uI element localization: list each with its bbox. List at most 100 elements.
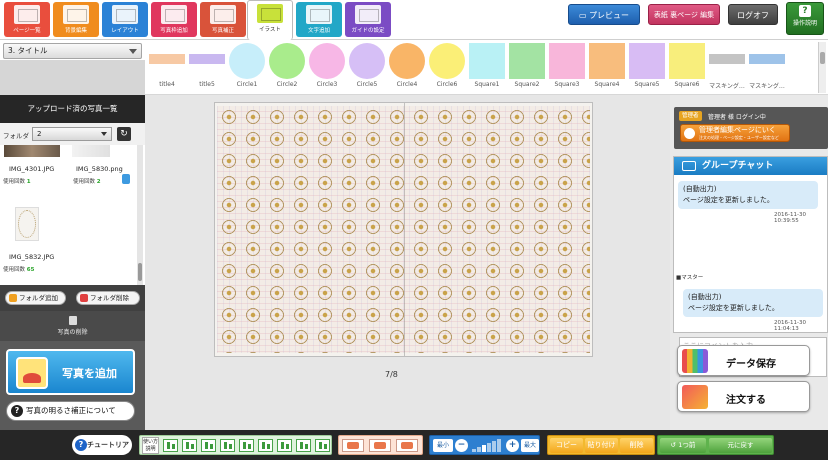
- delete-button[interactable]: 削除: [620, 438, 653, 453]
- swatch-item[interactable]: title5: [188, 40, 226, 93]
- selected-badge: [122, 174, 130, 184]
- photo-thumbnail[interactable]: [72, 145, 110, 157]
- zoom-bar: [472, 449, 476, 452]
- folder-add-icon: [9, 294, 17, 302]
- category-select[interactable]: 3. タイトル: [3, 43, 142, 59]
- chevron-down-icon: [129, 49, 137, 54]
- tab-illustration[interactable]: イラスト: [247, 0, 293, 40]
- add-folder-button[interactable]: フォルダ追加: [5, 291, 66, 305]
- tab-add-photo-frame[interactable]: 写真枠追加: [151, 2, 197, 37]
- canvas-area: 7/8: [145, 95, 670, 430]
- swatch-item[interactable]: Square6: [668, 40, 706, 93]
- align-middle-icon[interactable]: [239, 439, 254, 452]
- align-right-icon[interactable]: [201, 439, 216, 452]
- copy-button[interactable]: コピー: [550, 438, 583, 453]
- fit-size-icon[interactable]: [315, 439, 330, 452]
- swatch-preview: [589, 43, 625, 79]
- tab-page-list[interactable]: ページ一覧: [4, 2, 50, 37]
- order-icon: [682, 385, 708, 409]
- zoom-min-button[interactable]: 最小: [433, 439, 453, 452]
- swatch-item[interactable]: マスキング…: [708, 40, 746, 93]
- tab-photo-correction[interactable]: 写真補正: [200, 2, 246, 37]
- admin-page-button[interactable]: 管理者編集ページにいく 注文の処理・ページ設定・ユーザー設定など: [680, 124, 790, 142]
- photo-list-scrollbar[interactable]: [137, 145, 143, 285]
- align-bottom-icon[interactable]: [258, 439, 273, 452]
- swatch-item[interactable]: title4: [148, 40, 186, 93]
- page-number: 7/8: [385, 370, 398, 379]
- photo-thumbnail[interactable]: [4, 145, 60, 157]
- monitor-icon: ▭: [578, 11, 590, 20]
- swatch-item[interactable]: Circle2: [268, 40, 306, 93]
- tutorial-button[interactable]: ?チュートリアル: [72, 435, 132, 455]
- photo-name: IMG_5832.JPG: [9, 253, 55, 261]
- swatch-preview: [629, 43, 665, 79]
- bottom-toolbar: ?チュートリアル 使い方 説明 最小 − + 最大 コピー 貼り付け: [0, 430, 828, 460]
- bring-forward-icon[interactable]: [369, 439, 391, 452]
- brightness-help-button[interactable]: ? 写真の明るさ補正について: [6, 401, 135, 421]
- photo-name: IMG_5830.png: [76, 165, 123, 173]
- zoom-max-button[interactable]: 最大: [521, 439, 539, 452]
- save-data-button[interactable]: データ保存: [677, 345, 810, 376]
- refresh-button[interactable]: ↻: [117, 127, 131, 141]
- chat-timestamp: 2016-11-30 11:04:13: [774, 320, 806, 332]
- minus-icon: −: [457, 440, 466, 450]
- tab-layout[interactable]: レイアウト: [102, 2, 148, 37]
- align-center-icon[interactable]: [182, 439, 197, 452]
- tab-background-edit[interactable]: 背景編集: [53, 2, 99, 37]
- swatch-preview: [709, 54, 745, 64]
- photo-frame-icon: [161, 5, 187, 24]
- swatch-item[interactable]: Square1: [468, 40, 506, 93]
- folder-select[interactable]: 2: [32, 127, 112, 141]
- distribute-horizontal-icon[interactable]: [277, 439, 292, 452]
- align-left-icon[interactable]: [163, 439, 178, 452]
- swatch-item[interactable]: Circle3: [308, 40, 346, 93]
- paste-button[interactable]: 貼り付け: [585, 438, 618, 453]
- zoom-out-button[interactable]: −: [455, 439, 468, 452]
- key-icon: [684, 128, 695, 139]
- zoom-bar: [487, 443, 491, 452]
- chat-message: (自動出力) ページ設定を更新しました。: [678, 181, 818, 209]
- redo-button[interactable]: 元に戻す: [709, 438, 772, 453]
- chat-header: グループチャット: [674, 157, 827, 175]
- swatch-item[interactable]: Circle6: [428, 40, 466, 93]
- trash-icon: [68, 316, 77, 325]
- swatch-item[interactable]: Square2: [508, 40, 546, 93]
- tab-guide-settings[interactable]: ガイドの設定: [345, 2, 391, 37]
- chevron-down-icon: [101, 132, 107, 136]
- help-icon: ?: [11, 405, 23, 417]
- cover-edit-button[interactable]: 表紙 裏ページ 編集: [648, 4, 720, 25]
- delete-folder-button[interactable]: フォルダ削除: [76, 291, 140, 305]
- tab-add-text[interactable]: 文字追加: [296, 2, 342, 37]
- send-backward-icon[interactable]: [396, 439, 418, 452]
- bring-to-front-icon[interactable]: [342, 439, 364, 452]
- layout-icon: [112, 5, 138, 24]
- page-list-icon: [14, 5, 40, 24]
- zoom-in-button[interactable]: +: [506, 439, 519, 452]
- order-button[interactable]: 注文する: [677, 381, 810, 412]
- swatch-scrollbar[interactable]: [818, 42, 826, 93]
- swatch-item[interactable]: Circle4: [388, 40, 426, 93]
- add-photo-button[interactable]: 写真を追加: [6, 349, 135, 395]
- align-top-icon[interactable]: [220, 439, 235, 452]
- swatch-item[interactable]: マスキング…: [748, 40, 786, 93]
- howto-button[interactable]: 使い方 説明: [142, 437, 159, 454]
- swatch-preview: [269, 43, 305, 79]
- swatch-item[interactable]: Square3: [548, 40, 586, 93]
- delete-photo-button[interactable]: 写真の削除: [0, 311, 145, 341]
- photo-usage: 使用回数 2: [73, 179, 101, 185]
- photo-thumbnail[interactable]: [15, 207, 39, 241]
- swatch-item[interactable]: Circle5: [348, 40, 386, 93]
- swatch-item[interactable]: Circle1: [228, 40, 266, 93]
- page-spread[interactable]: [214, 102, 593, 357]
- swatch-preview: [309, 43, 345, 79]
- photo-correction-icon: [210, 5, 236, 24]
- preview-button[interactable]: ▭ プレビュー: [568, 4, 640, 25]
- swatch-item[interactable]: Square5: [628, 40, 666, 93]
- zoom-level-indicator[interactable]: [472, 439, 502, 452]
- undo-button[interactable]: ↺ 1つ前: [660, 438, 706, 453]
- top-toolbar: ページ一覧 背景編集 レイアウト 写真枠追加 写真補正 イラスト 文字追加 ガイ…: [0, 0, 828, 40]
- distribute-vertical-icon[interactable]: [296, 439, 311, 452]
- swatch-item[interactable]: Square4: [588, 40, 626, 93]
- manual-button[interactable]: ? 操作説明: [786, 2, 824, 35]
- logout-button[interactable]: ログオフ: [728, 4, 778, 25]
